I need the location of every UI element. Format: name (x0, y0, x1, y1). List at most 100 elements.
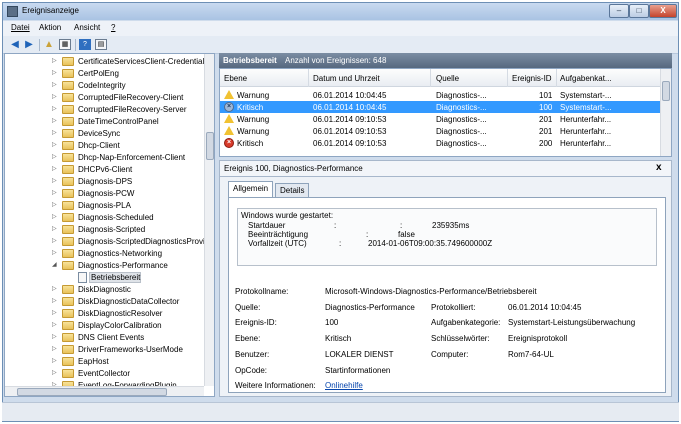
tree-item[interactable]: ▷ Diagnosis-DPS (5, 176, 205, 187)
table-row[interactable]: Warnung 06.01.2014 10:04:45 Diagnostics-… (220, 89, 660, 101)
menu-aktion[interactable]: Aktion (39, 23, 61, 32)
expand-icon[interactable]: ▷ (52, 118, 58, 125)
tree-vertical-scrollbar[interactable] (204, 54, 214, 386)
tree-item[interactable]: ▷ DiskDiagnosticResolver (5, 308, 205, 319)
column-divider[interactable] (556, 69, 557, 87)
tree-item[interactable]: ▷ Dhcp-Nap-Enforcement-Client (5, 152, 205, 163)
tree-item[interactable]: ▷ Diagnostics-Networking (5, 248, 205, 259)
help-icon[interactable]: ? (79, 39, 91, 50)
collapse-icon[interactable]: ◢ (52, 262, 58, 269)
log-header: Betriebsbereit Anzahl von Ereignissen: 6… (219, 53, 672, 68)
tree-horizontal-scrollbar[interactable] (5, 386, 204, 396)
col-aufgabenkategorie[interactable]: Aufgabenkat... (560, 74, 612, 83)
tree-item[interactable]: ▷ DriverFrameworks-UserMode (5, 344, 205, 355)
expand-icon[interactable]: ▷ (52, 58, 58, 65)
expand-icon[interactable]: ▷ (52, 334, 58, 341)
scroll-thumb[interactable] (17, 388, 167, 396)
folder-icon (62, 93, 74, 102)
tree-item[interactable]: ▷ CertificateServicesClient-CredentialR (5, 56, 210, 67)
warning-icon (224, 90, 234, 99)
expand-icon[interactable]: ▷ (52, 70, 58, 77)
expand-icon[interactable]: ▷ (52, 190, 58, 197)
expand-icon[interactable]: ▷ (52, 202, 58, 209)
column-divider[interactable] (308, 69, 309, 87)
tree-item[interactable]: ▷ CodeIntegrity (5, 80, 205, 91)
tree-item-expanded[interactable]: ◢ Diagnostics-Performance (5, 260, 205, 271)
expand-icon[interactable]: ▷ (52, 250, 58, 257)
expand-icon[interactable]: ▷ (52, 82, 58, 89)
expand-icon[interactable]: ▷ (52, 142, 58, 149)
col-datum[interactable]: Datum und Uhrzeit (313, 74, 380, 83)
expand-icon[interactable]: ▷ (52, 238, 58, 245)
scroll-thumb[interactable] (206, 132, 214, 160)
expand-icon[interactable]: ▷ (52, 370, 58, 377)
tree-item[interactable]: ▷ Diagnosis-ScriptedDiagnosticsProvic (5, 236, 209, 247)
tree-item[interactable]: ▷ CorruptedFileRecovery-Client (5, 92, 205, 103)
tree-item[interactable]: ▷ DHCPv6-Client (5, 164, 205, 175)
tree-item[interactable]: ▷ EventCollector (5, 368, 205, 379)
tree-item[interactable]: ▷ CertPolEng (5, 68, 205, 79)
event-message[interactable]: Windows wurde gestartet: Startdauer : : … (237, 208, 657, 266)
tab-allgemein[interactable]: Allgemein (228, 181, 274, 198)
table-row-selected[interactable]: × Kritisch 06.01.2014 10:04:45 Diagnosti… (220, 101, 660, 113)
expand-icon[interactable]: ▷ (52, 358, 58, 365)
close-button[interactable]: X (649, 4, 677, 18)
column-divider[interactable] (507, 69, 508, 87)
minimize-button[interactable]: – (609, 4, 629, 18)
column-divider[interactable] (430, 69, 431, 87)
forward-arrow-icon[interactable]: ▶ (23, 39, 35, 50)
expand-icon[interactable]: ▷ (52, 226, 58, 233)
col-ereignis-id[interactable]: Ereignis-ID (512, 74, 552, 83)
expand-icon[interactable]: ▷ (52, 322, 58, 329)
tab-details[interactable]: Details (275, 183, 310, 197)
scroll-thumb[interactable] (662, 81, 670, 101)
back-arrow-icon[interactable]: ◀ (9, 39, 21, 50)
menu-help[interactable]: ? (111, 23, 115, 32)
expand-icon[interactable]: ▷ (52, 154, 58, 161)
menu-datei[interactable]: Datei (11, 23, 30, 32)
expand-icon[interactable]: ▷ (52, 346, 58, 353)
tree-item[interactable]: ▷ Diagnosis-Scripted (5, 224, 205, 235)
expand-icon[interactable]: ▷ (52, 166, 58, 173)
tree-item[interactable]: ▷ DNS Client Events (5, 332, 205, 343)
label-benutzer: Benutzer: (235, 350, 270, 359)
show-hide-tree-icon[interactable]: ▦ (59, 39, 71, 50)
tree-item[interactable]: ▷ EapHost (5, 356, 205, 367)
expand-icon[interactable]: ▷ (52, 106, 58, 113)
general-panel: Windows wurde gestartet: Startdauer : : … (228, 197, 666, 393)
tree-item[interactable]: ▷ DateTimeControlPanel (5, 116, 205, 127)
expand-icon[interactable]: ▷ (52, 310, 58, 317)
label-computer: Computer: (431, 350, 469, 359)
col-ebene[interactable]: Ebene (224, 74, 247, 83)
table-row[interactable]: × Kritisch 06.01.2014 09:10:53 Diagnosti… (220, 137, 660, 149)
tree-item[interactable]: ▷ Diagnosis-Scheduled (5, 212, 205, 223)
tree-item[interactable]: ▷ Dhcp-Client (5, 140, 205, 151)
expand-icon[interactable]: ▷ (52, 214, 58, 221)
expand-icon[interactable]: ▷ (52, 286, 58, 293)
toolbar-separator (75, 39, 76, 51)
expand-icon[interactable]: ▷ (52, 94, 58, 101)
tree-item[interactable]: ▷ DiskDiagnostic (5, 284, 205, 295)
folder-up-icon[interactable]: ▲ (43, 39, 55, 50)
tree-item[interactable]: ▷ Diagnosis-PLA (5, 200, 205, 211)
expand-icon[interactable]: ▷ (52, 130, 58, 137)
expand-icon[interactable]: ▷ (52, 178, 58, 185)
tree-item-selected[interactable]: Betriebsbereit (5, 272, 205, 283)
expand-icon[interactable]: ▷ (52, 298, 58, 305)
event-list-scrollbar[interactable] (660, 69, 671, 156)
warning-icon (224, 114, 234, 123)
close-detail-icon[interactable]: x (656, 162, 662, 173)
tree-item[interactable]: ▷ DiskDiagnosticDataCollector (5, 296, 205, 307)
event-detail-pane: Allgemein Details Windows wurde gestarte… (219, 177, 672, 397)
tree-item[interactable]: ▷ DeviceSync (5, 128, 205, 139)
tree-item[interactable]: ▷ DisplayColorCalibration (5, 320, 205, 331)
menu-ansicht[interactable]: Ansicht (74, 23, 100, 32)
onlinehilfe-link[interactable]: Onlinehilfe (325, 381, 363, 390)
maximize-button[interactable]: □ (629, 4, 649, 18)
table-row[interactable]: Warnung 06.01.2014 09:10:53 Diagnostics-… (220, 125, 660, 137)
tree-item[interactable]: ▷ CorruptedFileRecovery-Server (5, 104, 205, 115)
properties-icon[interactable]: ▤ (95, 39, 107, 50)
tree-item[interactable]: ▷ Diagnosis-PCW (5, 188, 205, 199)
table-row[interactable]: Warnung 06.01.2014 09:10:53 Diagnostics-… (220, 113, 660, 125)
col-quelle[interactable]: Quelle (436, 74, 459, 83)
